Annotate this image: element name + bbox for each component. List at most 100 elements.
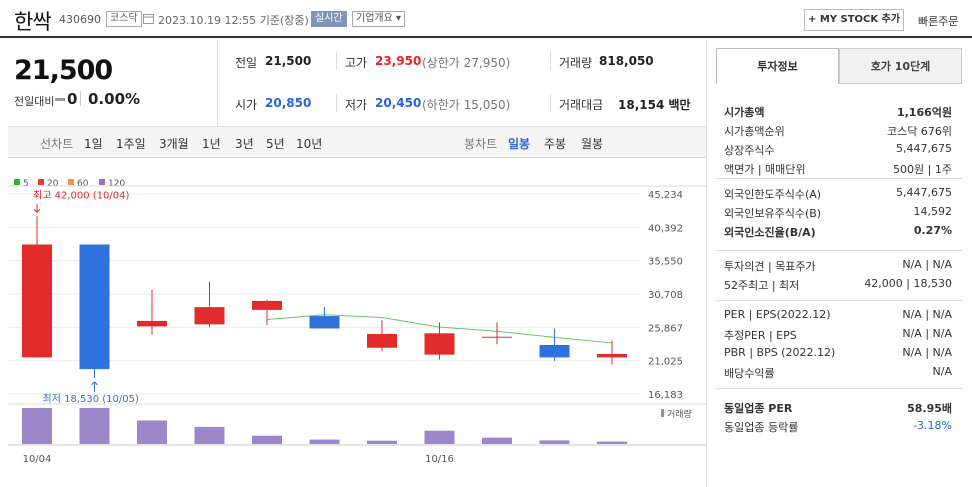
period-3m[interactable]: 3개월 <box>159 135 189 152</box>
candle-body <box>79 244 110 370</box>
y-tick-label: 16,183 <box>648 390 683 401</box>
high-arrow <box>33 204 41 213</box>
info-label: 외국인한도주식수(A) <box>724 188 822 201</box>
x-tick-label: 10/16 <box>425 454 454 465</box>
y-tick-label: 40,392 <box>648 223 683 234</box>
info-label: 시가총액순위 <box>724 125 785 138</box>
volume-bar <box>194 426 225 444</box>
candle-body <box>194 307 225 325</box>
info-row: 시가총액 1,166억원 <box>724 104 952 120</box>
period-1y[interactable]: 1년 <box>202 135 221 152</box>
info-label: 투자의견 | 목표주가 <box>724 260 816 273</box>
amount-value: 18,154 백만 <box>618 98 691 112</box>
volume-bar <box>79 408 110 444</box>
volume-bar <box>424 430 455 444</box>
period-1d[interactable]: 1일 <box>84 135 103 152</box>
volume-bar <box>597 441 627 444</box>
info-row: 동일업종 등락률 -3.18% <box>724 419 952 435</box>
info-value: 0.27% <box>913 224 952 237</box>
info-value: 5,447,675 <box>896 186 952 199</box>
price-chart[interactable]: 5 20 60 120 45,234 40,392 35,550 30,708 25,867 21… <box>8 172 706 472</box>
candle-body <box>539 345 570 358</box>
divider <box>336 52 337 70</box>
info-value: N/A | N/A <box>902 258 952 271</box>
calendar-icon <box>143 14 154 24</box>
investment-info-panel: 투자정보 호가 10단계 시가총액 1,166억원시가총액순위 코스닥 676위상장… <box>716 48 962 454</box>
info-label: 외국인보유주식수(B) <box>724 207 822 220</box>
legend-swatch <box>68 179 74 185</box>
realtime-badge[interactable]: 실시간 <box>311 11 347 27</box>
info-row: 액면가 | 매매단위 500원 | 1주 <box>724 161 952 177</box>
period-5y[interactable]: 5년 <box>266 135 285 152</box>
period-3y[interactable]: 3년 <box>235 135 254 152</box>
candle-daily[interactable]: 일봉 <box>508 135 530 152</box>
price-stats: 전일 21,500 고가 23,950 (상한가 27,950) 거래량 818… <box>218 40 706 126</box>
candle-body <box>137 320 167 327</box>
info-value: N/A | N/A <box>902 346 952 359</box>
info-row: 외국인보유주식수(B) 14,592 <box>724 205 952 221</box>
divider <box>336 94 337 112</box>
volume-bar <box>22 408 52 444</box>
info-value: N/A | N/A <box>902 327 952 340</box>
candle-body <box>424 333 455 355</box>
legend-swatch <box>38 179 44 185</box>
info-label: PER | EPS(2022.12) <box>724 308 831 321</box>
divider <box>550 94 551 112</box>
candle-weekly[interactable]: 주봉 <box>544 135 566 152</box>
info-value: 42,000 | 18,530 <box>864 277 952 290</box>
volume-bar <box>137 420 167 444</box>
change-pct: 0.00% <box>88 90 141 108</box>
info-value: 1,166억원 <box>896 106 952 119</box>
period-10y[interactable]: 10년 <box>296 135 322 152</box>
candle-body <box>252 300 282 310</box>
stock-name: 한싹 <box>14 10 52 34</box>
volume-value: 818,050 <box>599 54 654 68</box>
y-tick-label: 35,550 <box>648 257 683 268</box>
company-overview-button[interactable]: 기업개요 ▾ <box>352 11 406 27</box>
prev-close-value: 21,500 <box>265 54 312 68</box>
candle-body <box>309 316 340 329</box>
info-label: 추정PER | EPS <box>724 329 797 342</box>
change-value: 0 <box>67 90 78 108</box>
info-row: 동일업종 PER 58.95배 <box>724 400 952 416</box>
info-label: 동일업종 등락률 <box>724 421 799 434</box>
stock-code: 430690 <box>59 13 101 26</box>
info-label: 52주최고 | 최저 <box>724 279 800 292</box>
legend-label: 5 <box>23 179 29 189</box>
y-tick-label: 21,025 <box>648 357 683 368</box>
x-tick-label: 10/04 <box>23 454 52 465</box>
info-label: 동일업종 PER <box>724 402 793 415</box>
line-chart-label: 선차트 <box>40 137 74 151</box>
period-toolbar: 선차트 1일 1주일 3개월 1년 3년 5년 10년 봉차트 일봉 주봉 월봉 <box>8 126 706 158</box>
info-value: 58.95배 <box>907 402 952 415</box>
tab-order-book[interactable]: 호가 10단계 <box>839 48 962 84</box>
volume-bar <box>539 440 570 444</box>
period-1w[interactable]: 1주일 <box>116 135 146 152</box>
high-annotation: 최고 42,000 (10/04) <box>33 189 129 201</box>
market-badge: 코스닥 <box>106 11 142 27</box>
low-label: 저가 <box>345 98 368 112</box>
candle-monthly[interactable]: 월봉 <box>581 135 603 152</box>
volume-label: 거래량 <box>667 408 692 420</box>
tab-investment-info[interactable]: 투자정보 <box>716 48 839 84</box>
info-row: 외국인한도주식수(A) 5,447,675 <box>724 186 952 202</box>
fast-order-link[interactable]: 빠른주문 <box>918 13 958 29</box>
info-row: 외국인소진율(B/A) 0.27% <box>724 224 952 240</box>
low-annotation: 최저 18,530 (10/05) <box>43 393 139 405</box>
info-value: 5,447,675 <box>896 142 952 155</box>
panel-divider <box>706 40 707 487</box>
prev-close-label: 전일 <box>235 56 258 70</box>
info-label: 상장주식수 <box>724 144 775 157</box>
info-value: 500원 | 1주 <box>893 163 952 176</box>
divider <box>550 52 551 70</box>
info-value: -3.18% <box>913 419 952 432</box>
candle-body <box>367 333 397 348</box>
volume-label: 거래량 <box>559 56 593 70</box>
info-row: 시가총액순위 코스닥 676위 <box>724 123 952 139</box>
flat-icon <box>55 98 65 101</box>
candle-body <box>22 244 52 358</box>
info-row: 52주최고 | 최저 42,000 | 18,530 <box>724 277 952 293</box>
volume-legend-swatch <box>661 409 664 417</box>
add-my-stock-button[interactable]: + MY STOCK 추가 <box>804 9 904 31</box>
info-value: N/A <box>932 365 952 378</box>
